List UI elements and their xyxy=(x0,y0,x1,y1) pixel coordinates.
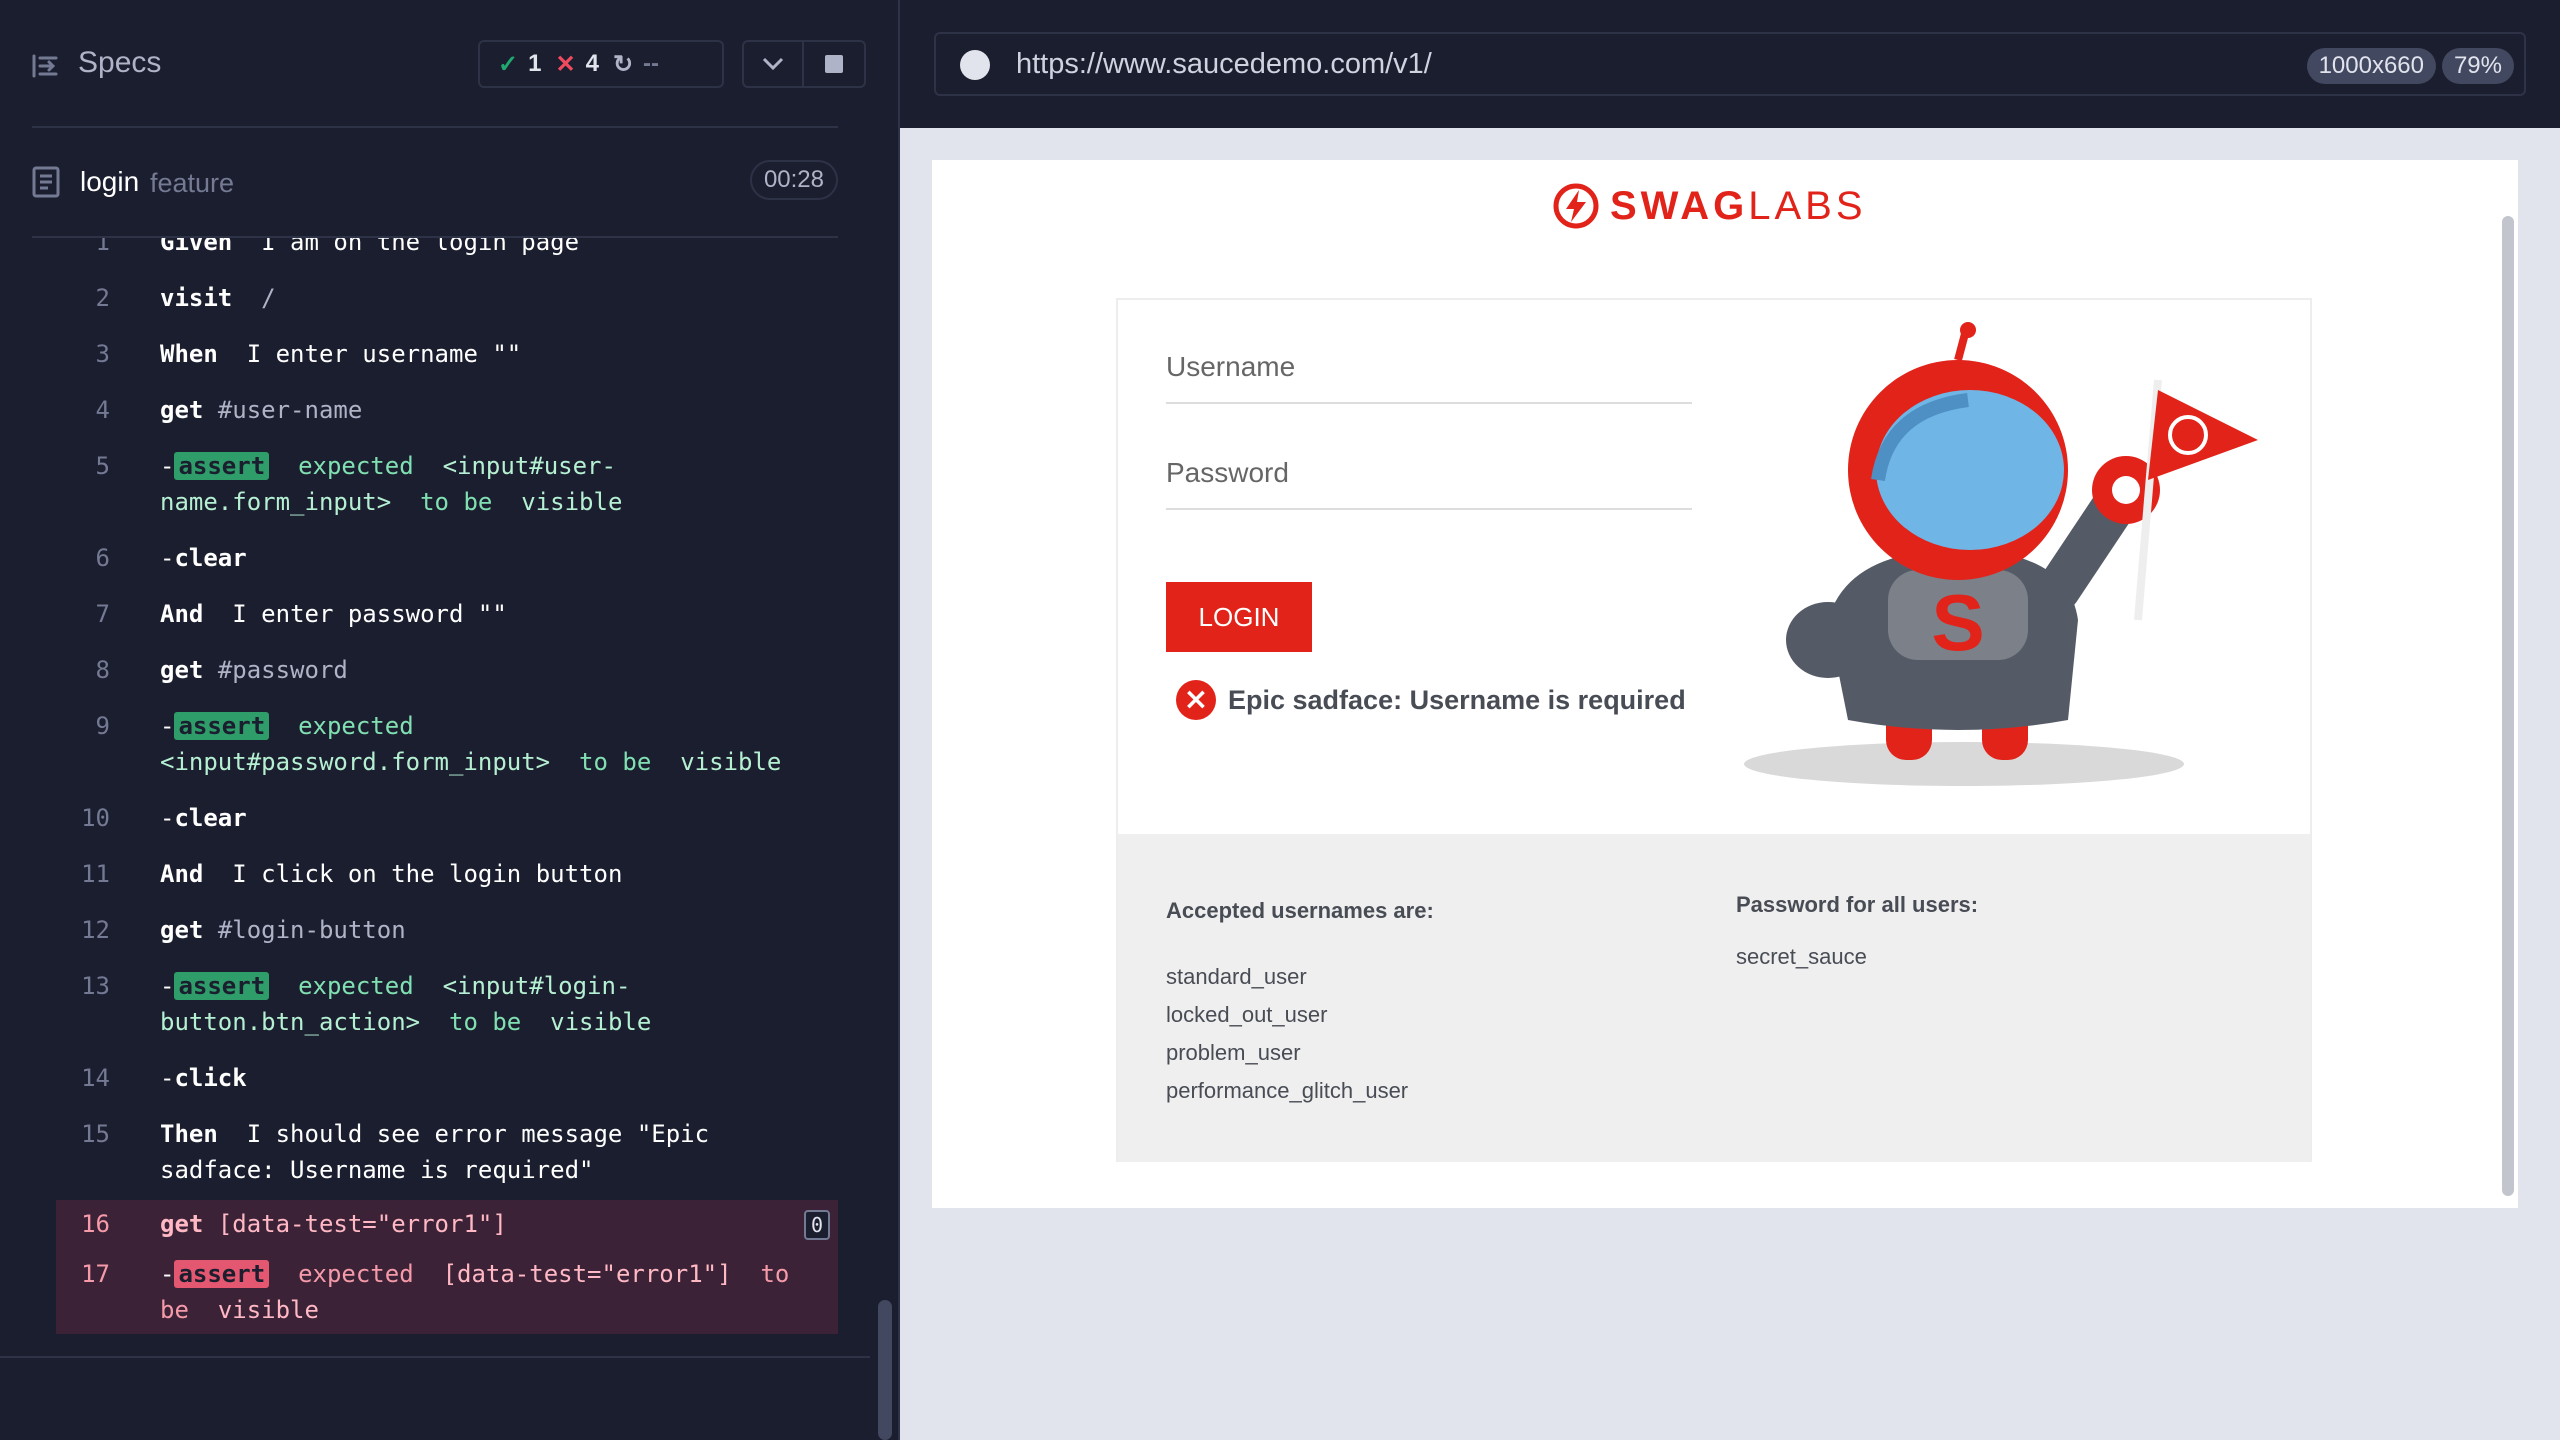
command-row[interactable]: 1 Given I am on the login page xyxy=(56,238,838,260)
spec-extension: feature xyxy=(150,168,235,198)
stop-icon xyxy=(825,55,843,73)
svg-text:S: S xyxy=(1931,578,1984,667)
username-item: standard_user xyxy=(1166,964,1307,989)
url-bar[interactable]: https://www.saucedemo.com/v1/ 1000x660 7… xyxy=(934,32,2526,96)
spec-name: login xyxy=(80,166,140,197)
command-row[interactable]: 3 When I enter username "" xyxy=(56,336,838,372)
command-row-failed[interactable]: 17- assert expected [data-test="error1"] … xyxy=(56,1252,838,1334)
robot-mascot-image: S xyxy=(1744,322,2258,786)
check-icon: ✓ xyxy=(498,50,519,78)
specs-list-icon[interactable] xyxy=(30,50,62,82)
swag-labs-logo: SWAGLABS xyxy=(1552,178,1867,234)
assert-badge: assert xyxy=(174,712,270,740)
password-input[interactable] xyxy=(1166,438,1692,508)
failed-count: ✕ 4 xyxy=(555,50,599,78)
password-value: secret_sauce xyxy=(1736,944,1867,969)
command-row[interactable]: 5- assert expected <input#user-name.form_… xyxy=(56,448,838,520)
zoom-badge[interactable]: 79% xyxy=(2441,48,2514,84)
command-row[interactable]: 4 get #user-name xyxy=(56,392,838,428)
run-stats: ✓ 1 ✕ 4 ↻ -- xyxy=(478,40,724,88)
globe-icon xyxy=(960,50,990,80)
command-row[interactable]: 9- assert expected <input#password.form_i… xyxy=(56,708,838,780)
username-field[interactable] xyxy=(1166,332,1692,404)
pending-count: ↻ -- xyxy=(612,50,660,78)
x-icon: ✕ xyxy=(555,50,576,78)
aut-header: https://www.saucedemo.com/v1/ 1000x660 7… xyxy=(900,0,2560,128)
spinner-icon: ↻ xyxy=(612,50,634,78)
command-row[interactable]: 12 get #login-button xyxy=(56,912,838,948)
reporter-header: Specs ✓ 1 ✕ 4 ↻ -- xyxy=(0,0,898,128)
assert-badge: assert xyxy=(174,1260,270,1288)
viewport-size-badge[interactable]: 1000x660 xyxy=(2306,48,2436,84)
command-row[interactable]: 6 -clear xyxy=(56,540,838,576)
specs-label[interactable]: Specs xyxy=(78,46,161,80)
iframe-scrollbar[interactable] xyxy=(2502,216,2514,1196)
stop-button[interactable] xyxy=(804,40,866,88)
error-text: Epic sadface: Username is required xyxy=(1228,684,1686,715)
command-row[interactable]: 8 get #password xyxy=(56,652,838,688)
usernames-title: Accepted usernames are: xyxy=(1166,898,1434,923)
login-card: LOGIN × Epic sadface: Username is requir… xyxy=(1116,298,2312,1162)
reporter-scroll-thumb[interactable] xyxy=(878,1300,892,1440)
reporter-scrollbar[interactable] xyxy=(870,128,898,1440)
divider xyxy=(0,1356,870,1358)
aut-iframe: SWAGLABS LOGIN × Epic sadface: Username … xyxy=(932,160,2518,1208)
password-title: Password for all users: xyxy=(1736,892,1979,917)
username-item: locked_out_user xyxy=(1166,1002,1328,1027)
command-row[interactable]: 2 visit / xyxy=(56,280,838,316)
url-text[interactable]: https://www.saucedemo.com/v1/ xyxy=(1016,48,1432,81)
command-log: 1 Given I am on the login page 2 visit / 3… xyxy=(56,238,838,1334)
error-message: × Epic sadface: Username is required xyxy=(1176,680,1686,720)
command-row[interactable]: 13- assert expected <input#login-button.b… xyxy=(56,968,838,1040)
command-row[interactable]: 7 And I enter password "" xyxy=(56,596,838,632)
app-under-test-panel: https://www.saucedemo.com/v1/ 1000x660 7… xyxy=(900,0,2560,1440)
username-item: problem_user xyxy=(1166,1040,1301,1065)
command-row[interactable]: 11 And I click on the login button xyxy=(56,856,838,892)
spec-duration: 00:28 xyxy=(749,160,838,200)
command-row[interactable]: 10 -clear xyxy=(56,800,838,836)
password-field[interactable] xyxy=(1166,438,1692,510)
command-row-failed[interactable]: 16 get [data-test="error1"] 0 xyxy=(56,1200,838,1252)
command-row[interactable]: 15 Then I should see error message "Epic … xyxy=(56,1116,838,1188)
chevron-down-icon xyxy=(762,57,784,71)
document-icon xyxy=(32,166,60,198)
username-input[interactable] xyxy=(1166,332,1692,402)
assert-badge: assert xyxy=(174,452,270,480)
toggle-options-button[interactable] xyxy=(742,40,804,88)
username-item: performance_glitch_user xyxy=(1166,1078,1409,1103)
assert-badge: assert xyxy=(174,972,270,1000)
logo-text: SWAGLABS xyxy=(1610,183,1867,228)
element-count-badge: 0 xyxy=(804,1210,830,1240)
spec-title[interactable]: login feature 00:28 xyxy=(32,156,838,208)
credentials-panel: Accepted usernames are: standard_user lo… xyxy=(1118,834,2310,1162)
reporter-panel: Specs ✓ 1 ✕ 4 ↻ -- login feature 00:28 1 Giv… xyxy=(0,0,898,1440)
passed-count: ✓ 1 xyxy=(498,50,542,78)
divider xyxy=(32,126,838,128)
error-close-icon[interactable]: × xyxy=(1176,680,1216,720)
bolt-logo-icon xyxy=(1553,183,1599,229)
command-row[interactable]: 14 -click xyxy=(56,1060,838,1096)
login-button[interactable]: LOGIN xyxy=(1166,582,1312,652)
